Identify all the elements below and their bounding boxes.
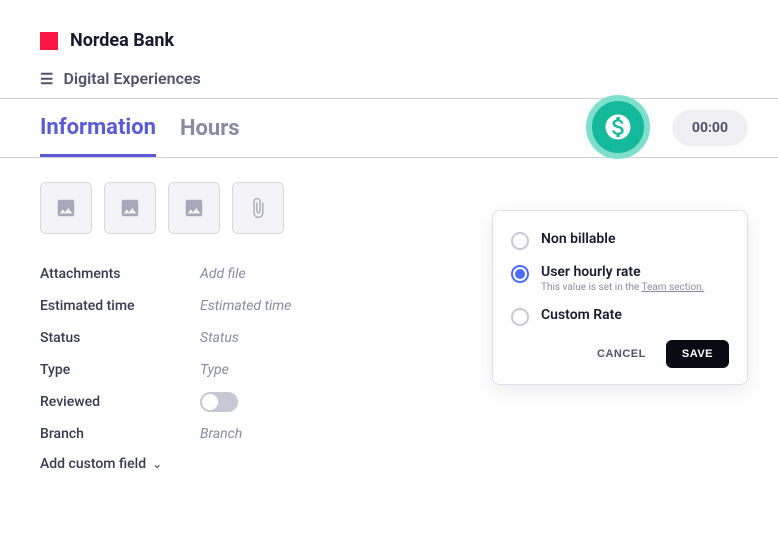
breadcrumb[interactable]: ☰ Digital Experiences (40, 69, 738, 88)
paperclip-icon (247, 197, 269, 219)
tab-information[interactable]: Information (40, 101, 156, 157)
thumbnail-image[interactable] (40, 182, 92, 234)
image-icon (183, 197, 205, 219)
field-label: Status (40, 330, 200, 346)
field-label: Estimated time (40, 298, 200, 314)
add-custom-field-label: Add custom field (40, 456, 146, 472)
type-input[interactable]: Type (200, 362, 229, 378)
hamburger-icon: ☰ (40, 70, 53, 88)
thumbnail-image[interactable] (168, 182, 220, 234)
add-file-link[interactable]: Add file (200, 266, 246, 282)
status-input[interactable]: Status (200, 330, 239, 346)
estimated-time-input[interactable]: Estimated time (200, 298, 291, 314)
chevron-down-icon: ⌄ (152, 457, 162, 471)
radio-icon (511, 308, 529, 326)
radio-label: User hourly rate (541, 264, 704, 280)
thumbnail-image[interactable] (104, 182, 156, 234)
radio-custom-rate[interactable]: Custom Rate (511, 307, 729, 326)
field-label: Reviewed (40, 394, 200, 410)
thumbnail-attachment[interactable] (232, 182, 284, 234)
field-label: Branch (40, 426, 200, 442)
tab-hours[interactable]: Hours (180, 102, 240, 155)
field-label: Type (40, 362, 200, 378)
radio-icon (511, 265, 529, 283)
tabs-row: Information Hours 00:00 (0, 98, 778, 158)
reviewed-toggle[interactable] (200, 392, 238, 412)
radio-help-text: This value is set in the Team section. (541, 282, 704, 293)
radio-label: Custom Rate (541, 307, 622, 323)
image-icon (119, 197, 141, 219)
rate-selection-card: Non billable User hourly rate This value… (492, 210, 748, 385)
dollar-icon (603, 112, 633, 142)
add-custom-field-button[interactable]: Add custom field ⌄ (40, 456, 738, 472)
field-branch: Branch Branch (40, 418, 738, 450)
field-label: Attachments (40, 266, 200, 282)
breadcrumb-label: Digital Experiences (63, 69, 200, 88)
save-button[interactable]: SAVE (666, 340, 729, 368)
radio-icon (511, 232, 529, 250)
brand: Nordea Bank (40, 30, 738, 51)
billing-rate-button[interactable] (586, 95, 650, 159)
team-section-link[interactable]: Team section. (642, 282, 705, 293)
cancel-button[interactable]: CANCEL (587, 340, 656, 368)
field-reviewed: Reviewed (40, 386, 738, 418)
brand-name: Nordea Bank (70, 30, 174, 51)
branch-input[interactable]: Branch (200, 426, 242, 442)
radio-label: Non billable (541, 231, 615, 247)
radio-non-billable[interactable]: Non billable (511, 231, 729, 250)
timer-display[interactable]: 00:00 (672, 110, 748, 146)
image-icon (55, 197, 77, 219)
radio-user-hourly-rate[interactable]: User hourly rate This value is set in th… (511, 264, 729, 293)
brand-logo (40, 32, 58, 50)
